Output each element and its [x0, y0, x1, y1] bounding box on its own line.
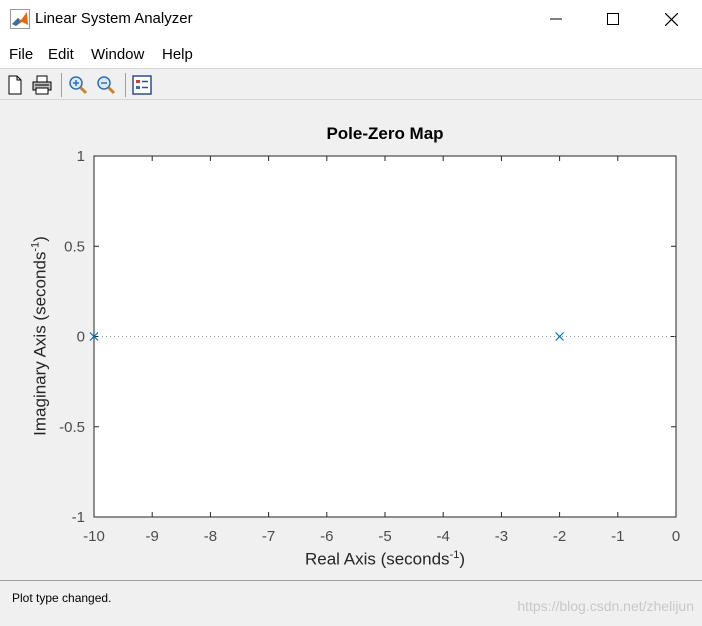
x-tick-label: 0 [672, 528, 680, 545]
status-bar: Plot type changed. https://blog.csdn.net… [0, 580, 702, 626]
x-tick-label: -2 [553, 528, 566, 545]
y-axis-label: Imaginary Axis (seconds-1) [29, 236, 50, 436]
x-axis-label: Real Axis (seconds-1) [304, 549, 466, 569]
x-tick-label: -10 [83, 528, 105, 545]
plot-axes [93, 155, 677, 518]
y-tick-label: -1 [72, 509, 85, 526]
y-tick-label: 1 [77, 148, 85, 165]
watermark-text: https://blog.csdn.net/zhelijun [517, 598, 694, 614]
pole-zero-plot[interactable]: -10 -9 -8 -7 -6 -5 -4 -3 -2 -1 010.50-0.5-1 [0, 0, 702, 580]
x-tick-label: -6 [320, 528, 333, 545]
x-tick-label: -4 [437, 528, 450, 545]
y-tick-label: 0.5 [64, 238, 85, 255]
status-text: Plot type changed. [12, 591, 112, 605]
x-tick-label: -7 [262, 528, 275, 545]
x-tick-label: -9 [146, 528, 159, 545]
x-tick-label: -5 [378, 528, 391, 545]
x-tick-label: -1 [611, 528, 624, 545]
y-tick-label: 0 [77, 329, 85, 346]
x-tick-label: -8 [204, 528, 217, 545]
y-tick-label: -0.5 [59, 419, 85, 436]
x-tick-label: -3 [495, 528, 508, 545]
